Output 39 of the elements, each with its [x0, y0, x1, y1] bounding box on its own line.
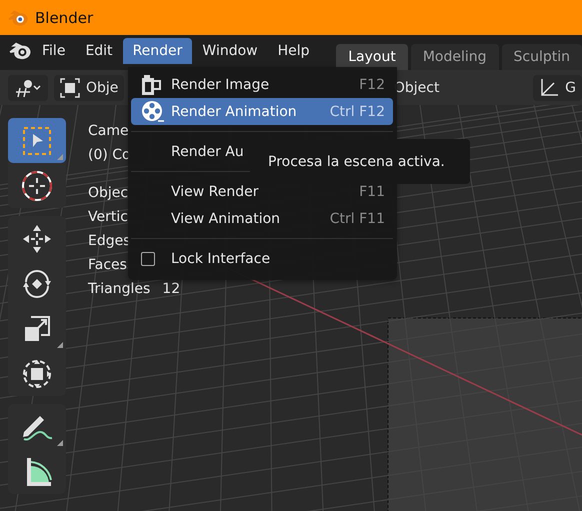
- workspace-tab[interactable]: Layout: [336, 44, 408, 70]
- window-title: Blender: [35, 8, 94, 26]
- view-options-button[interactable]: [8, 74, 48, 100]
- pin-icon: [14, 78, 42, 98]
- menu-item[interactable]: Help: [268, 38, 320, 64]
- stat-label: Edges: [88, 233, 132, 251]
- menu-item[interactable]: View Animation Ctrl F11: [131, 205, 393, 232]
- stat-label: Objec: [88, 185, 130, 203]
- app-menu-icon: [8, 40, 32, 60]
- tooltip: Procesa la escena activa.: [250, 139, 470, 184]
- film-camera-icon: [141, 74, 161, 96]
- rotate-icon: [21, 268, 53, 300]
- stat-label: Faces: [88, 257, 128, 275]
- menu-item[interactable]: Render Animation Ctrl F12: [131, 98, 393, 125]
- menu-item[interactable]: Window: [192, 38, 268, 64]
- axes-icon: [539, 78, 560, 98]
- workspace-tab[interactable]: Modeling: [410, 44, 498, 70]
- orientation-dropdown[interactable]: G: [533, 74, 582, 100]
- menu-item[interactable]: Render: [122, 38, 192, 64]
- scale-icon: [23, 314, 51, 342]
- stat-label: Triangles: [88, 281, 150, 299]
- checkbox[interactable]: [141, 252, 155, 266]
- transform-icon: [21, 358, 53, 390]
- select-box-icon: [23, 126, 51, 154]
- menu-checkbox-item[interactable]: Lock Interface: [131, 245, 393, 272]
- workspace-tab[interactable]: Sculptin: [502, 44, 582, 70]
- move-icon: [21, 222, 53, 254]
- stat-label: Vertic: [88, 209, 129, 227]
- cursor-icon: [21, 170, 53, 202]
- menu-item[interactable]: Render Image F12: [131, 71, 393, 98]
- film-reel-icon: [141, 100, 165, 124]
- menu-item[interactable]: File: [32, 38, 76, 64]
- app-logo-icon: [7, 8, 29, 26]
- object-menu[interactable]: Object: [394, 80, 440, 96]
- viewport-info-text: Came: [88, 123, 130, 141]
- object-mode-icon: [60, 78, 80, 98]
- stat-value: 12: [162, 281, 180, 299]
- mode-dropdown[interactable]: Obje: [54, 74, 124, 100]
- menu-item[interactable]: Edit: [75, 38, 123, 64]
